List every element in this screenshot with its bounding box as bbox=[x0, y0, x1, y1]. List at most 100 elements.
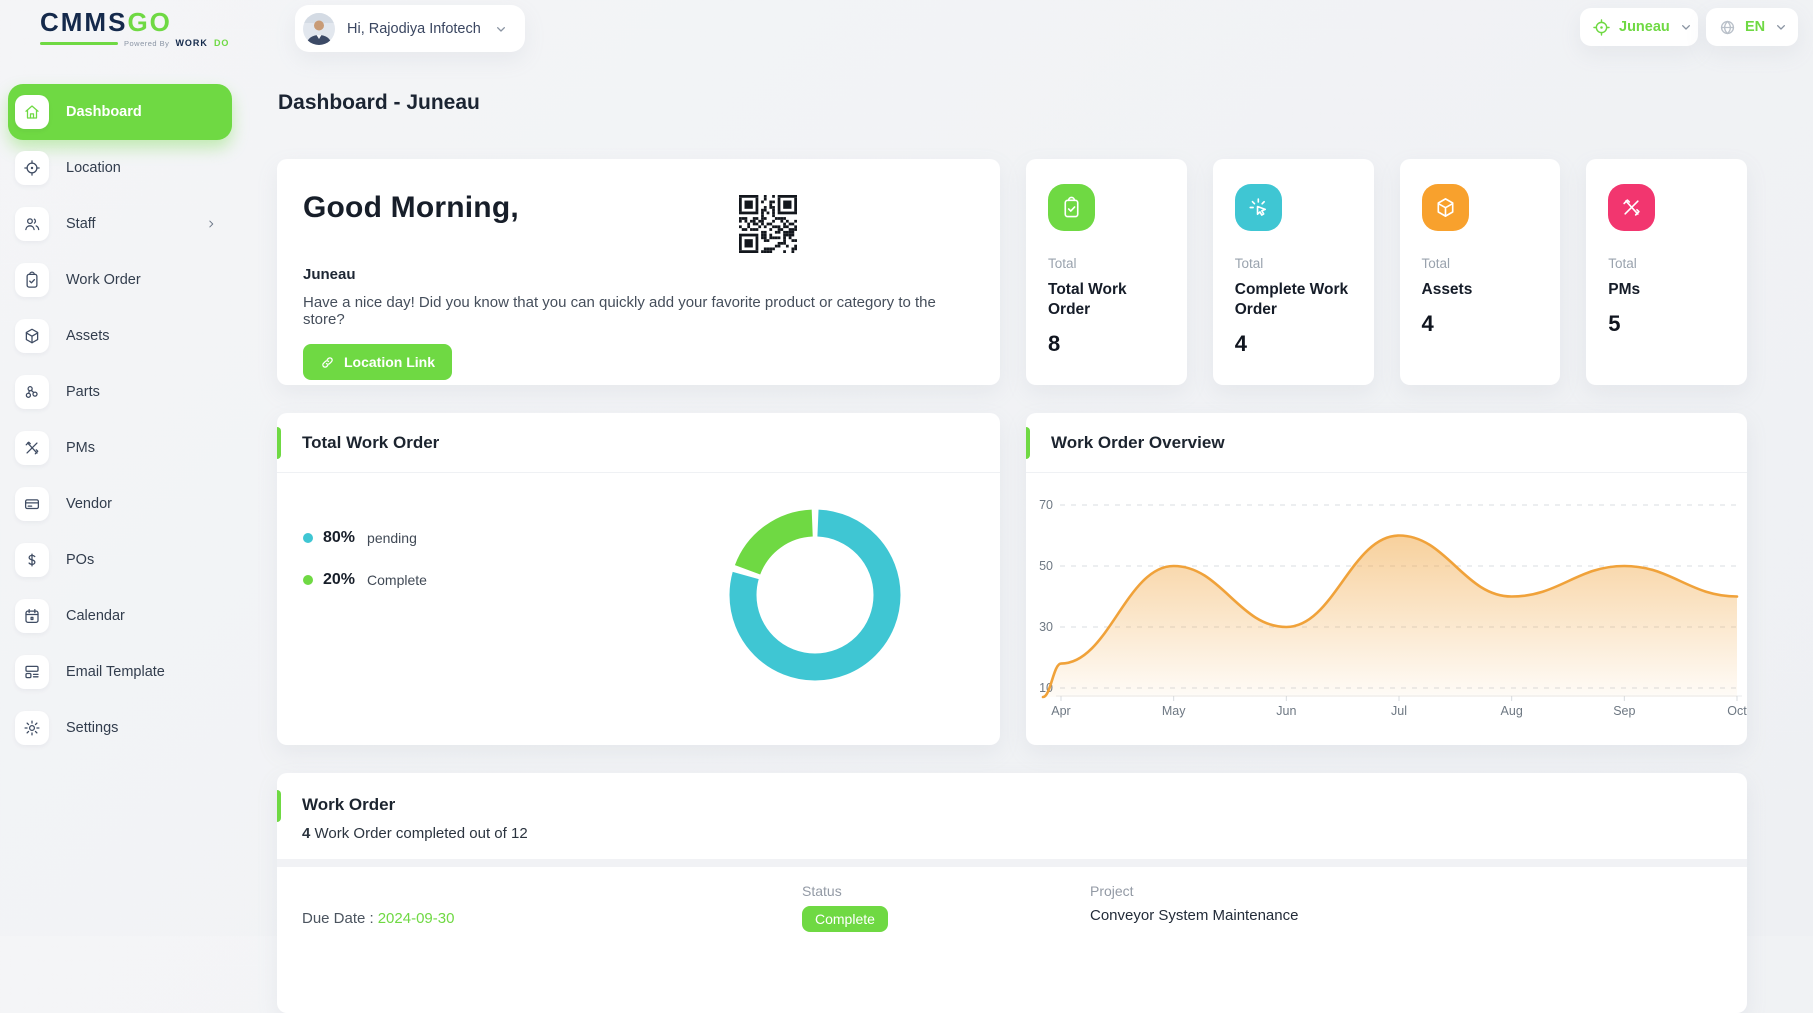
stat-total-label: Total bbox=[1608, 256, 1725, 271]
legend-dot bbox=[303, 575, 313, 585]
dollar-icon bbox=[15, 543, 49, 577]
location-selector[interactable]: Juneau bbox=[1580, 8, 1698, 46]
area-panel-title: Work Order Overview bbox=[1051, 433, 1225, 453]
target-icon bbox=[15, 151, 49, 185]
legend-label: Complete bbox=[367, 572, 427, 588]
total-work-order-panel: Total Work Order 80%pending 20% Complete bbox=[277, 413, 1000, 745]
stat-card-total-work-order: TotalTotal Work Order8 bbox=[1026, 159, 1187, 385]
svg-text:30: 30 bbox=[1039, 620, 1053, 634]
users-icon bbox=[15, 207, 49, 241]
svg-text:Jul: Jul bbox=[1391, 704, 1407, 718]
work-order-panel: Work Order 4 Work Order completed out of… bbox=[277, 773, 1747, 1013]
user-menu[interactable]: Hi, Rajodiya Infotech bbox=[295, 5, 525, 52]
sidebar-item-settings[interactable]: Settings bbox=[8, 700, 232, 756]
workdo-label: WORK bbox=[175, 38, 208, 48]
svg-text:70: 70 bbox=[1039, 498, 1053, 512]
sidebar-item-staff[interactable]: Staff bbox=[8, 196, 232, 252]
accent-bar bbox=[277, 427, 281, 459]
avatar bbox=[303, 13, 335, 45]
page-title: Dashboard - Juneau bbox=[278, 91, 1747, 115]
svg-text:Sep: Sep bbox=[1613, 704, 1635, 718]
sidebar-item-pos[interactable]: POs bbox=[8, 532, 232, 588]
donut-legend: 80%pending 20% Complete bbox=[303, 529, 427, 589]
powered-by-label: Powered By bbox=[124, 39, 169, 48]
sidebar-item-assets[interactable]: Assets bbox=[8, 308, 232, 364]
work-order-summary: 4 Work Order completed out of 12 bbox=[277, 815, 1747, 842]
area-chart: 70503010AprMayJunJulAugSepOct bbox=[1026, 471, 1747, 745]
chevron-down-icon bbox=[1678, 19, 1694, 35]
stat-total-label: Total bbox=[1422, 256, 1539, 271]
section-divider bbox=[277, 859, 1747, 867]
location-link-label: Location Link bbox=[344, 354, 435, 370]
donut-panel-title: Total Work Order bbox=[302, 433, 439, 453]
svg-text:50: 50 bbox=[1039, 559, 1053, 573]
sidebar: Dashboard Location Staff Work Order Assets Pa… bbox=[8, 84, 232, 756]
sidebar-item-label: Location bbox=[66, 160, 121, 176]
sidebar-item-label: POs bbox=[66, 552, 94, 568]
stat-value: 5 bbox=[1608, 311, 1725, 337]
sidebar-item-label: Parts bbox=[66, 384, 100, 400]
cube-icon bbox=[15, 319, 49, 353]
sidebar-item-work-order[interactable]: Work Order bbox=[8, 252, 232, 308]
sidebar-item-label: Staff bbox=[66, 216, 96, 232]
stat-value: 4 bbox=[1235, 331, 1352, 357]
target-icon bbox=[1592, 18, 1611, 37]
work-order-overview-panel: Work Order Overview 70503010AprMayJunJul… bbox=[1026, 413, 1747, 745]
qr-code bbox=[739, 195, 797, 253]
legend-dot bbox=[303, 533, 313, 543]
svg-text:May: May bbox=[1162, 704, 1186, 718]
clipboard-check-icon bbox=[1048, 184, 1095, 231]
sidebar-item-calendar[interactable]: Calendar bbox=[8, 588, 232, 644]
sidebar-item-dashboard[interactable]: Dashboard bbox=[8, 84, 232, 140]
gear-icon bbox=[15, 711, 49, 745]
svg-text:Jun: Jun bbox=[1276, 704, 1296, 718]
greeting-location-name: Juneau bbox=[303, 266, 974, 283]
sidebar-item-label: Work Order bbox=[66, 272, 141, 288]
stat-total-label: Total bbox=[1048, 256, 1165, 271]
chevron-right-icon bbox=[204, 217, 218, 231]
greeting-message: Have a nice day! Did you know that you c… bbox=[303, 294, 974, 328]
globe-icon bbox=[1718, 18, 1737, 37]
parts-icon bbox=[15, 375, 49, 409]
sidebar-item-label: PMs bbox=[66, 440, 95, 456]
app-logo[interactable]: CMMSGO Powered By WORKDO bbox=[40, 9, 229, 48]
tools-icon bbox=[15, 431, 49, 465]
user-greeting: Hi, Rajodiya Infotech bbox=[347, 21, 481, 37]
svg-text:Apr: Apr bbox=[1051, 704, 1070, 718]
due-date-label: Due Date : bbox=[302, 910, 374, 927]
legend-percent: 20% bbox=[323, 571, 355, 589]
project-label: Project bbox=[1090, 883, 1722, 899]
topbar: CMMSGO Powered By WORKDO Hi, Rajodiya In… bbox=[0, 0, 1813, 58]
chevron-down-icon bbox=[493, 21, 509, 37]
project-value: Conveyor System Maintenance bbox=[1090, 907, 1722, 924]
sidebar-item-email-template[interactable]: Email Template bbox=[8, 644, 232, 700]
cursor-click-icon bbox=[1235, 184, 1282, 231]
sidebar-item-vendor[interactable]: Vendor bbox=[8, 476, 232, 532]
logo-underline bbox=[40, 42, 118, 45]
stat-cards: TotalTotal Work Order8TotalComplete Work… bbox=[1026, 159, 1747, 385]
calendar-icon bbox=[15, 599, 49, 633]
sidebar-item-label: Vendor bbox=[66, 496, 112, 512]
language-selector[interactable]: EN bbox=[1706, 8, 1798, 46]
work-order-row[interactable]: Due Date : 2024-09-30 Status Complete Pr… bbox=[277, 867, 1747, 932]
accent-bar bbox=[277, 790, 281, 822]
location-link-button[interactable]: Location Link bbox=[303, 344, 452, 380]
tools-icon bbox=[1608, 184, 1655, 231]
stat-card-complete-work-order: TotalComplete Work Order4 bbox=[1213, 159, 1374, 385]
legend-item-pending: 80%pending bbox=[303, 529, 427, 547]
sidebar-item-pms[interactable]: PMs bbox=[8, 420, 232, 476]
sidebar-item-label: Email Template bbox=[66, 664, 165, 680]
stat-name: PMs bbox=[1608, 280, 1725, 300]
stat-total-label: Total bbox=[1235, 256, 1352, 271]
sidebar-item-location[interactable]: Location bbox=[8, 140, 232, 196]
cube-icon bbox=[1422, 184, 1469, 231]
sidebar-item-parts[interactable]: Parts bbox=[8, 364, 232, 420]
stat-value: 8 bbox=[1048, 331, 1165, 357]
svg-text:Aug: Aug bbox=[1501, 704, 1523, 718]
legend-item-complete: 20% Complete bbox=[303, 571, 427, 589]
card-icon bbox=[15, 487, 49, 521]
legend-percent: 80% bbox=[323, 529, 355, 547]
stat-value: 4 bbox=[1422, 311, 1539, 337]
main-content: Dashboard - Juneau Good Morning, Juneau … bbox=[277, 78, 1747, 1013]
stat-card-pms: Total PMs 5 bbox=[1586, 159, 1747, 385]
